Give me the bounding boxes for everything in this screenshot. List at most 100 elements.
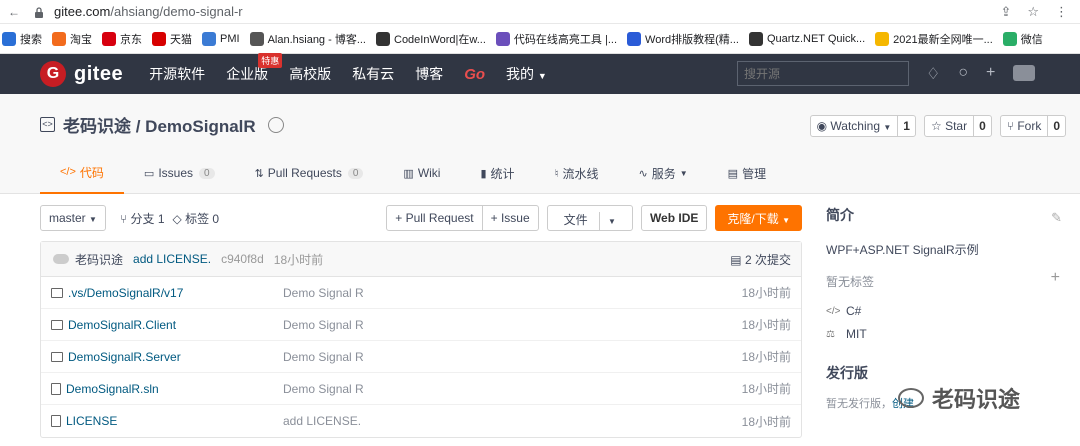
license-item[interactable]: ⚖ MIT (826, 327, 1066, 341)
tab-icon: ▥ (403, 167, 414, 180)
avatar[interactable] (1013, 65, 1036, 81)
file-name[interactable]: DemoSignalR.Client (68, 318, 176, 332)
file-row[interactable]: DemoSignalR.Server Demo Signal R 18小时前 (41, 341, 801, 373)
tab-5[interactable]: ♮ 流水线 (535, 152, 619, 194)
bookmark-label: Word排版教程(精... (645, 33, 739, 46)
bell-icon[interactable]: ♢ (926, 64, 940, 84)
bookmark-item[interactable]: 代码在线高亮工具 |... (495, 31, 617, 47)
gitee-logo[interactable]: G gitee (40, 61, 123, 87)
release-title: 发行版 (826, 365, 868, 381)
plus-icon[interactable]: + (986, 64, 995, 84)
file-commit-message[interactable]: Demo Signal R (283, 318, 364, 332)
file-row[interactable]: LICENSE add LICENSE. 18小时前 (41, 405, 801, 437)
project-tabs: </> 代码 ▭ Issues 0 ⇅ Pull Requests 0 ▥ Wiki ▮ 统计 ♮ 流水线… (40, 152, 786, 194)
tab-2[interactable]: ⇅ Pull Requests 0 (235, 152, 384, 194)
file-commit-message[interactable]: Demo Signal R (283, 382, 364, 396)
back-icon[interactable]: ← (8, 5, 20, 19)
commit-hash[interactable]: c940f8d (221, 252, 264, 266)
bookmark-label: 微信 (1020, 33, 1043, 46)
share-icon[interactable]: ⇪ (1000, 4, 1011, 20)
file-row[interactable]: .vs/DemoSignalR/v17 Demo Signal R 18小时前 (41, 277, 801, 309)
file-commit-message[interactable]: Demo Signal R (283, 286, 364, 300)
caret-down-icon: ▼ (537, 71, 547, 81)
add-tag-icon[interactable]: + (1051, 269, 1060, 287)
project-meta: </> C# ⚖ MIT (826, 304, 1066, 341)
tab-3[interactable]: ▥ Wiki (383, 152, 460, 194)
code-icon: </> (826, 305, 841, 317)
search-input[interactable] (737, 61, 909, 86)
project-header: <> 老码识途 / DemoSignalR ◉ Watching ▼ 1 ☆ St… (0, 94, 1080, 194)
star-bookmark-icon[interactable]: ☆ (1027, 4, 1039, 20)
commit-count[interactable]: ▤ 2 次提交 (730, 251, 791, 268)
tab-6[interactable]: ∿ 服务 ▼ (619, 152, 708, 194)
language-item[interactable]: </> C# (826, 304, 1066, 318)
fork-button[interactable]: ⑂ Fork 0 (999, 115, 1066, 137)
url-field[interactable]: gitee.com/ahsiang/demo-signal-r (54, 4, 243, 19)
bookmark-item[interactable]: Quartz.NET Quick... (748, 31, 865, 46)
file-name[interactable]: DemoSignalR.sln (66, 382, 159, 396)
tab-7[interactable]: ▤ 管理 (708, 152, 786, 194)
file-name[interactable]: LICENSE (66, 414, 117, 428)
nav-item-enterprise[interactable]: 企业版 特惠 (226, 53, 283, 84)
tab-count: 0 (199, 167, 215, 179)
tab-label: 统计 (490, 166, 515, 181)
star-button[interactable]: ☆ Star 0 (923, 115, 992, 137)
clone-download-button[interactable]: 克隆/下载 ▼ (715, 205, 802, 231)
tab-count: 0 (347, 167, 364, 179)
tab-4[interactable]: ▮ 统计 (460, 152, 534, 194)
bookmark-item[interactable]: 微信 (1002, 31, 1043, 47)
file-time: 18小时前 (741, 318, 791, 332)
nav-item-blog[interactable]: 博客 (415, 64, 443, 84)
tab-label: Wiki (417, 166, 441, 180)
bookmark-item[interactable]: CodeInWord|在w... (376, 31, 486, 47)
tags-link[interactable]: ◇ 标签 0 (173, 210, 220, 227)
bulb-icon[interactable]: ○ (958, 64, 968, 84)
web-ide-button[interactable]: Web IDE (640, 205, 708, 231)
commit-message[interactable]: add LICENSE. (133, 252, 211, 266)
nav-item-go[interactable]: Go (464, 66, 485, 83)
tab-label: Pull Requests (267, 166, 342, 180)
folder-icon (51, 287, 63, 298)
nav-item-education[interactable]: 高校版 (289, 64, 331, 84)
file-name[interactable]: .vs/DemoSignalR/v17 (68, 286, 183, 300)
tab-0[interactable]: </> 代码 (40, 152, 124, 194)
file-commit-message[interactable]: add LICENSE. (283, 414, 361, 428)
bookmark-label: 淘宝 (70, 33, 92, 46)
bookmark-item[interactable]: 淘宝 (52, 31, 92, 47)
sidebar: 简介 ✎ WPF+ASP.NET SignalR示例 暂无标签 + </> C# ⚖… (826, 205, 1066, 411)
commit-author[interactable]: 老码识途 (75, 251, 123, 268)
watching-button[interactable]: ◉ Watching ▼ 1 (809, 115, 916, 137)
tab-icon: ▤ (727, 167, 739, 180)
bookmark-item[interactable]: 京东 (102, 31, 142, 47)
tab-1[interactable]: ▭ Issues 0 (124, 152, 235, 194)
file-name[interactable]: DemoSignalR.Server (68, 350, 181, 364)
nav-item-mine[interactable]: 我的 ▼ (506, 64, 547, 84)
bookmark-item[interactable]: PMI (202, 31, 240, 46)
branch-select[interactable]: master ▼ (40, 205, 106, 231)
lock-icon[interactable] (34, 6, 44, 18)
recommend-icon[interactable] (267, 116, 284, 133)
tab-label: 代码 (79, 165, 104, 180)
file-row[interactable]: DemoSignalR.sln Demo Signal R 18小时前 (41, 373, 801, 405)
edit-icon[interactable]: ✎ (1051, 210, 1062, 226)
bookmark-item[interactable]: Alan.hsiang - 博客... (249, 31, 366, 47)
main-content: master ▼ ⑂ 分支 1 ◇ 标签 0 + Pull Request + … (40, 205, 802, 438)
bookmark-item[interactable]: 天猫 (152, 31, 192, 47)
menu-icon[interactable]: ⋮ (1055, 4, 1068, 20)
project-name[interactable]: 老码识途 / DemoSignalR (63, 112, 256, 137)
url-path: /ahsiang/demo-signal-r (110, 4, 243, 19)
bookmark-item[interactable]: 搜索 (2, 31, 42, 47)
file-commit-message[interactable]: Demo Signal R (283, 350, 364, 364)
wechat-icon (898, 388, 924, 408)
bookmark-item[interactable]: 2021最新全网唯一... (875, 31, 993, 47)
nav-item-private-cloud[interactable]: 私有云 (352, 64, 394, 84)
bookmark-item[interactable]: Word排版教程(精... (627, 31, 739, 47)
file-menu[interactable]: 文件 ▼ (546, 205, 633, 231)
tags-section: 暂无标签 + (826, 269, 1060, 289)
bookmark-icon (202, 31, 216, 46)
nav-item-open-source[interactable]: 开源软件 (149, 64, 205, 84)
branches-link[interactable]: ⑂ 分支 1 (120, 210, 165, 227)
new-pull-request-button[interactable]: + Pull Request (387, 206, 481, 230)
new-issue-button[interactable]: + Issue (481, 206, 538, 230)
file-row[interactable]: DemoSignalR.Client Demo Signal R 18小时前 (41, 309, 801, 341)
